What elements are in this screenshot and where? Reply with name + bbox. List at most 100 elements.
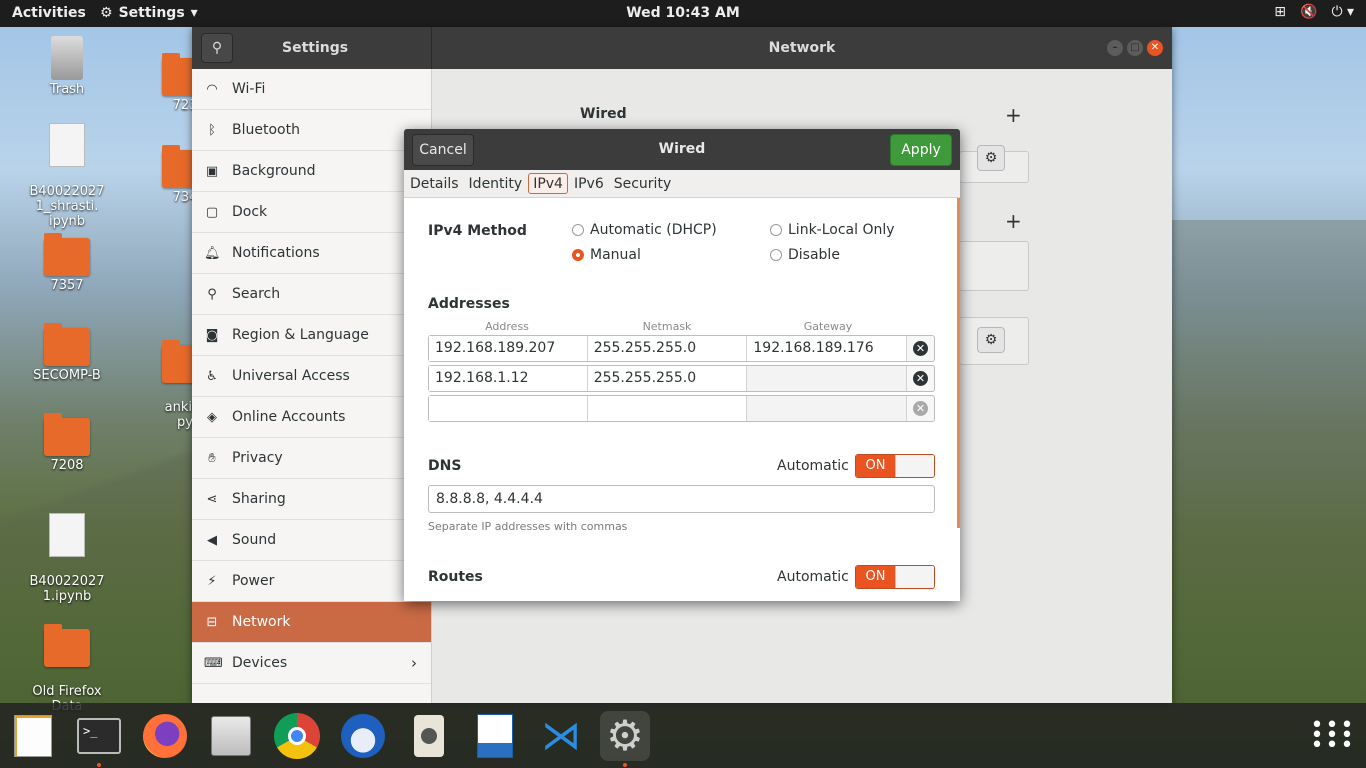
desktop-icon-file[interactable]: B40022027 1.ipynb bbox=[22, 498, 112, 619]
add-vpn-button[interactable]: + bbox=[1005, 209, 1022, 233]
gateway-field[interactable] bbox=[747, 366, 908, 391]
desktop-icon-folder[interactable]: 7208 bbox=[22, 413, 112, 473]
app-menu-label: Settings bbox=[118, 5, 185, 21]
sidebar-item-region-language[interactable]: ◙ Region & Language bbox=[192, 315, 431, 356]
tab-security[interactable]: Security bbox=[610, 170, 676, 197]
search-button[interactable]: ⚲ bbox=[201, 33, 233, 63]
activities-button[interactable]: Activities bbox=[12, 5, 86, 21]
dns-input[interactable]: 8.8.8.8, 4.4.4.4 bbox=[428, 485, 935, 513]
close-icon[interactable]: ✕ bbox=[1147, 40, 1163, 56]
sidebar-item-label: Sound bbox=[232, 532, 277, 548]
sidebar-item-universal-access[interactable]: ♿︎ Universal Access bbox=[192, 356, 431, 397]
sidebar-item-sound[interactable]: ◀︎ Sound bbox=[192, 520, 431, 561]
dock-terminal[interactable]: >_ bbox=[74, 711, 124, 767]
ipv4-method-label: IPv4 Method bbox=[428, 223, 527, 239]
dock-firefox[interactable] bbox=[140, 711, 190, 761]
netmask-field[interactable] bbox=[587, 396, 748, 421]
apply-button[interactable]: Apply bbox=[890, 134, 952, 166]
delete-row-button[interactable]: ✕ bbox=[907, 396, 934, 421]
dock-speaker[interactable] bbox=[404, 711, 454, 761]
thunderbird-icon bbox=[341, 714, 385, 758]
sidebar-item-background[interactable]: ▣ Background bbox=[192, 151, 431, 192]
trash-icon bbox=[51, 36, 83, 80]
radio-manual[interactable]: Manual bbox=[572, 247, 641, 263]
dock-chrome[interactable] bbox=[272, 711, 322, 761]
dock: >_ ⋊ ⚙ ••• ••• ••• bbox=[0, 703, 1366, 768]
maximize-icon[interactable]: □ bbox=[1127, 40, 1143, 56]
tab-ipv6[interactable]: IPv6 bbox=[570, 170, 608, 197]
dns-automatic-switch[interactable]: ON bbox=[855, 454, 935, 478]
dns-label: DNS bbox=[428, 458, 462, 474]
sidebar-item-search[interactable]: ⚲ Search bbox=[192, 274, 431, 315]
addresses-label: Addresses bbox=[428, 296, 510, 312]
radio-label: Manual bbox=[590, 247, 641, 263]
sidebar-item-sharing[interactable]: ⋖ Sharing bbox=[192, 479, 431, 520]
power-icon: ⚡︎ bbox=[207, 573, 217, 589]
tab-ipv4[interactable]: IPv4 bbox=[528, 173, 568, 194]
sidebar-item-dock[interactable]: ▢ Dock bbox=[192, 192, 431, 233]
search-icon: ⚲ bbox=[211, 40, 223, 56]
radio-disable[interactable]: Disable bbox=[770, 247, 840, 263]
delete-row-button[interactable]: ✕ bbox=[907, 366, 934, 391]
sidebar-item-label: Dock bbox=[232, 204, 268, 220]
cancel-button[interactable]: Cancel bbox=[412, 134, 474, 166]
sidebar-item-notifications[interactable]: 🔔︎ Notifications bbox=[192, 233, 431, 274]
sidebar-item-label: Privacy bbox=[232, 450, 283, 466]
vscode-icon: ⋊ bbox=[541, 713, 581, 759]
desktop-icon-folder[interactable]: SECOMP-B bbox=[22, 323, 112, 383]
proxy-settings-button[interactable]: ⚙ bbox=[977, 327, 1005, 353]
clock[interactable]: Wed 10:43 AM bbox=[0, 5, 1366, 21]
desktop-icon-folder[interactable]: 7357 bbox=[22, 233, 112, 293]
network-icon: ⊞ bbox=[1274, 4, 1286, 20]
delete-row-button[interactable]: ✕ bbox=[907, 336, 934, 361]
radio-automatic-dhcp[interactable]: Automatic (DHCP) bbox=[572, 222, 717, 238]
routes-automatic-label: Automatic bbox=[777, 569, 849, 585]
speaker-icon bbox=[414, 715, 444, 757]
netmask-field[interactable]: 255.255.255.0 bbox=[587, 336, 748, 361]
sidebar-item-privacy[interactable]: ✋︎ Privacy bbox=[192, 438, 431, 479]
sidebar-item-label: Background bbox=[232, 163, 316, 179]
sidebar-item-devices[interactable]: ⌨︎ Devices › bbox=[192, 643, 431, 684]
netmask-field[interactable]: 255.255.255.0 bbox=[587, 366, 748, 391]
settings-headerbar: ⚲ Settings Network – □ ✕ bbox=[192, 27, 1172, 69]
gateway-field[interactable] bbox=[747, 396, 908, 421]
gear-icon: ⚙ bbox=[984, 332, 998, 348]
sidebar-item-label: Devices bbox=[232, 655, 288, 671]
sidebar-item-online-accounts[interactable]: ◈ Online Accounts bbox=[192, 397, 431, 438]
address-field[interactable] bbox=[429, 396, 588, 421]
tab-identity[interactable]: Identity bbox=[465, 170, 527, 197]
system-tray[interactable]: ⊞ 🔇 ⏻ ▾ bbox=[1274, 4, 1354, 20]
dock-thunderbird[interactable] bbox=[338, 711, 388, 761]
sidebar-item-power[interactable]: ⚡︎ Power bbox=[192, 561, 431, 602]
text-editor-icon bbox=[14, 715, 52, 757]
sidebar-item-wifi[interactable]: ◠ Wi-Fi bbox=[192, 69, 431, 110]
dock-files[interactable] bbox=[206, 711, 256, 761]
tab-details[interactable]: Details bbox=[406, 170, 463, 197]
gateway-field[interactable]: 192.168.189.176 bbox=[747, 336, 908, 361]
dock-vscode[interactable]: ⋊ bbox=[536, 711, 586, 761]
radio-link-local[interactable]: Link-Local Only bbox=[770, 222, 895, 238]
show-applications-button[interactable]: ••• ••• ••• bbox=[1308, 711, 1358, 761]
add-wired-button[interactable]: + bbox=[1005, 103, 1022, 127]
dock-text-editor[interactable] bbox=[8, 711, 58, 761]
address-field[interactable]: 192.168.189.207 bbox=[429, 336, 588, 361]
desktop-icon-trash[interactable]: Trash bbox=[22, 36, 112, 97]
sidebar-item-network[interactable]: ⊟ Network bbox=[192, 602, 431, 643]
radio-label: Automatic (DHCP) bbox=[590, 222, 717, 238]
dialog-tabs: Details Identity IPv4 IPv6 Security bbox=[404, 170, 960, 198]
volume-muted-icon: 🔇 bbox=[1300, 4, 1318, 20]
app-menu[interactable]: ⚙ Settings ▾ bbox=[100, 5, 198, 21]
dock-settings[interactable]: ⚙ bbox=[600, 711, 650, 767]
scrollbar[interactable] bbox=[957, 198, 960, 528]
wired-settings-button[interactable]: ⚙ bbox=[977, 145, 1005, 171]
sidebar-header: ⚲ Settings bbox=[192, 27, 432, 69]
document-icon bbox=[49, 513, 85, 557]
desktop-icon-label: 7357 bbox=[50, 278, 84, 293]
minimize-icon[interactable]: – bbox=[1107, 40, 1123, 56]
dock-icon: ▢ bbox=[205, 204, 219, 220]
sidebar-item-bluetooth[interactable]: ᛒ Bluetooth bbox=[192, 110, 431, 151]
address-field[interactable]: 192.168.1.12 bbox=[429, 366, 588, 391]
routes-automatic-switch[interactable]: ON bbox=[855, 565, 935, 589]
dock-libreoffice-writer[interactable] bbox=[470, 711, 520, 761]
desktop-icon-file[interactable]: B40022027 1_shrasti. ipynb bbox=[22, 108, 112, 244]
